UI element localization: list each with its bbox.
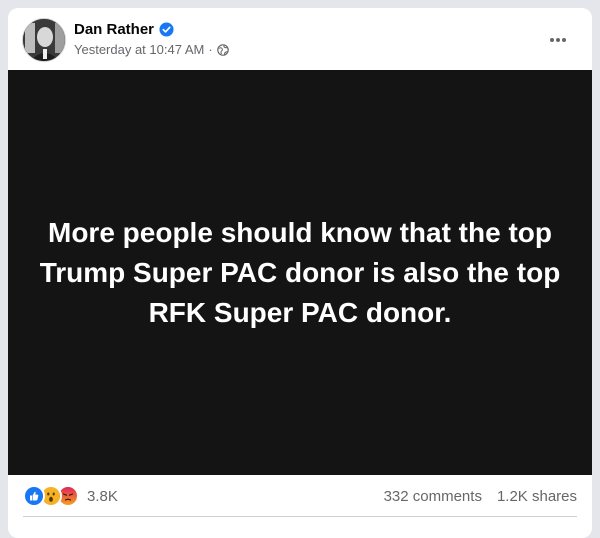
comments-count[interactable]: 332 comments [384,488,482,505]
more-options-icon[interactable] [542,24,574,56]
author-name[interactable]: Dan Rather [74,21,154,38]
post-body-text: More people should know that the top Tru… [39,216,561,328]
post-card: Dan Rather Yesterday at 10:47 AM · More … [8,8,592,538]
post-timestamp[interactable]: Yesterday at 10:47 AM [74,42,204,57]
divider [23,516,577,517]
reactions-summary[interactable]: 3.8K [23,485,118,507]
engagement-counts: 332 comments 1.2K shares [384,488,577,505]
verified-badge-icon [159,22,174,37]
shares-count[interactable]: 1.2K shares [497,488,577,505]
avatar[interactable] [22,18,66,62]
post-meta: Yesterday at 10:47 AM · [74,42,229,57]
meta-separator: · [208,42,213,57]
author-row: Dan Rather [74,21,174,38]
post-stats: 3.8K 332 comments 1.2K shares [8,475,592,517]
post-header: Dan Rather Yesterday at 10:47 AM · [8,8,592,70]
post-image[interactable]: More people should know that the top Tru… [8,70,592,475]
globe-icon [216,43,229,56]
like-reaction-icon [23,485,45,507]
avatar-photo [23,19,65,61]
reaction-count: 3.8K [87,487,118,505]
